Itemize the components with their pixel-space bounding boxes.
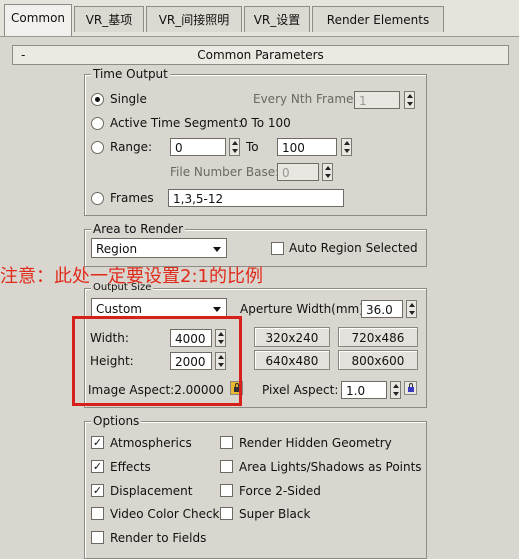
area-to-render-value: Region <box>96 242 138 256</box>
rollout-common-parameters[interactable]: - Common Parameters <box>12 45 509 65</box>
force-2-sided-checkbox[interactable] <box>220 484 233 497</box>
auto-region-checkbox[interactable] <box>271 242 284 255</box>
pixel-aspect-lock-icon[interactable] <box>404 381 417 395</box>
area-to-render-title: Area to Render <box>91 222 186 236</box>
file-number-base-spinner[interactable] <box>322 163 333 181</box>
area-lights-shadows-checkbox[interactable] <box>220 460 233 473</box>
range-radio[interactable] <box>91 141 104 154</box>
force-2-sided-label: Force 2-Sided <box>239 484 321 498</box>
frames-label: Frames <box>110 191 154 205</box>
render-hidden-geometry-label: Render Hidden Geometry <box>239 436 392 450</box>
tab-vr-settings[interactable]: VR_设置 <box>244 6 310 32</box>
active-segment-label: Active Time Segment: <box>110 116 243 130</box>
auto-region-label: Auto Region Selected <box>289 241 418 255</box>
render-to-fields-checkbox[interactable] <box>91 531 104 544</box>
displacement-label: Displacement <box>110 484 193 498</box>
file-number-base-field[interactable]: 0 <box>277 163 319 181</box>
aperture-width-label: Aperture Width(mm): <box>240 302 368 316</box>
preset-320x240-button[interactable]: 320x240 <box>254 327 330 347</box>
chevron-down-icon <box>213 307 221 312</box>
tab-vr-base[interactable]: VR_基项 <box>74 6 144 32</box>
aperture-width-spinner[interactable] <box>406 300 417 318</box>
every-nth-field[interactable]: 1 <box>354 91 400 109</box>
chevron-down-icon <box>213 247 221 252</box>
every-nth-label: Every Nth Frame: <box>253 92 358 106</box>
area-to-render-dropdown[interactable]: Region <box>91 238 227 258</box>
output-size-preset-value: Custom <box>96 302 142 316</box>
tab-vr-indirect-illumination[interactable]: VR_间接照明 <box>146 6 242 32</box>
atmospherics-label: Atmospherics <box>110 436 192 450</box>
displacement-checkbox[interactable]: ✓ <box>91 484 104 497</box>
preset-720x486-button[interactable]: 720x486 <box>338 327 418 347</box>
collapse-icon[interactable]: - <box>21 46 25 64</box>
tab-render-elements[interactable]: Render Elements <box>312 6 444 32</box>
range-from-field[interactable]: 0 <box>170 138 226 156</box>
video-color-check-checkbox[interactable] <box>91 507 104 520</box>
preset-800x600-button[interactable]: 800x600 <box>338 350 418 370</box>
range-from-spinner[interactable] <box>229 138 240 156</box>
pixel-aspect-label: Pixel Aspect: <box>262 383 339 397</box>
single-label: Single <box>110 92 147 106</box>
frames-field[interactable]: 1,3,5-12 <box>168 189 344 207</box>
rollout-title: Common Parameters <box>197 48 324 62</box>
output-size-preset-dropdown[interactable]: Custom <box>91 298 227 318</box>
super-black-checkbox[interactable] <box>220 507 233 520</box>
options-title: Options <box>91 414 142 428</box>
frames-radio[interactable] <box>91 192 104 205</box>
video-color-check-label: Video Color Check <box>110 507 220 521</box>
area-lights-shadows-label: Area Lights/Shadows as Points <box>239 460 422 474</box>
preset-640x480-button[interactable]: 640x480 <box>254 350 330 370</box>
aperture-width-field[interactable]: 36.0 <box>361 300 403 318</box>
range-to-field[interactable]: 100 <box>277 138 337 156</box>
effects-label: Effects <box>110 460 151 474</box>
render-hidden-geometry-checkbox[interactable] <box>220 436 233 449</box>
highlight-box <box>72 316 242 406</box>
range-to-label: To <box>246 140 259 154</box>
active-segment-radio[interactable] <box>91 117 104 130</box>
range-label: Range: <box>110 140 153 154</box>
active-segment-value: 0 To 100 <box>240 116 291 130</box>
single-radio[interactable] <box>91 93 104 106</box>
atmospherics-checkbox[interactable]: ✓ <box>91 436 104 449</box>
super-black-label: Super Black <box>239 507 311 521</box>
annotation-note: 注意：此处一定要设置2:1的比例 <box>0 266 263 287</box>
tab-bar: Common VR_基项 VR_间接照明 VR_设置 Render Elemen… <box>0 0 519 37</box>
tab-common[interactable]: Common <box>4 4 72 36</box>
range-to-spinner[interactable] <box>341 138 352 156</box>
pixel-aspect-field[interactable]: 1.0 <box>341 381 387 399</box>
effects-checkbox[interactable]: ✓ <box>91 460 104 473</box>
every-nth-spinner[interactable] <box>404 91 415 109</box>
time-output-title: Time Output <box>91 67 170 81</box>
file-number-base-label: File Number Base: <box>170 165 280 179</box>
pixel-aspect-spinner[interactable] <box>390 381 401 399</box>
render-to-fields-label: Render to Fields <box>110 531 207 545</box>
